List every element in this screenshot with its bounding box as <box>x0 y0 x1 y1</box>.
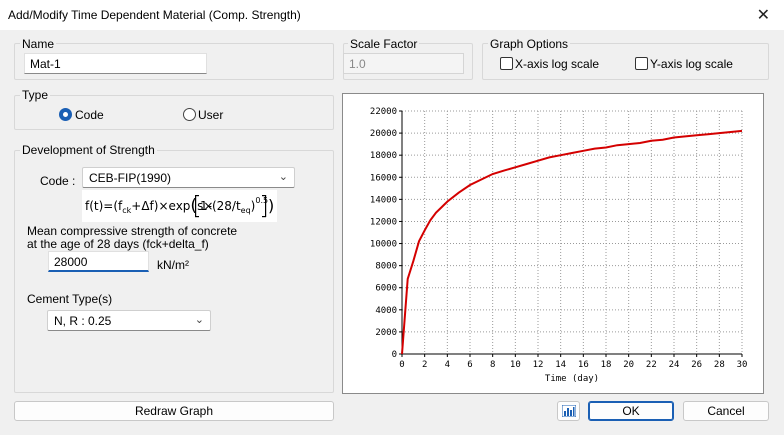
y-tick-label: 0 <box>392 350 397 360</box>
cement-type-dropdown[interactable]: N, R : 0.25 ⌄ <box>47 310 211 331</box>
y-tick-label: 4000 <box>375 306 397 316</box>
x-tick-label: 14 <box>555 360 566 370</box>
name-input[interactable]: Mat-1 <box>24 53 207 74</box>
y-tick-label: 22000 <box>370 107 397 117</box>
x-tick-label: 18 <box>601 360 612 370</box>
y-log-label: Y-axis log scale <box>650 57 733 71</box>
strength-chart: 0 2 4 6 8 10 12 14 16 18 20 22 24 26 28 300200040006000… <box>370 107 748 384</box>
y-tick-label: 12000 <box>370 217 397 227</box>
svg-text:f(t)=(fck+Δf)×exp(s×: f(t)=(fck+Δf)×exp(s× <box>85 196 213 216</box>
type-group-label: Type <box>20 88 51 102</box>
y-tick-label: 10000 <box>370 240 397 250</box>
chevron-down-icon: ⌄ <box>278 171 288 183</box>
mean-strength-label-2: at the age of 28 days (fck+delta_f) <box>27 237 209 251</box>
x-tick-label: 26 <box>691 360 702 370</box>
y-tick-label: 20000 <box>370 129 397 139</box>
title-bar: Add/Modify Time Dependent Material (Comp… <box>0 0 784 30</box>
x-tick-label: 0 <box>399 360 404 370</box>
x-tick-label: 20 <box>623 360 634 370</box>
strength-formula: f(t)=(fck+Δf)×exp(s× 1-(28/teq)0.5 ) <box>82 190 277 222</box>
svg-text:1-(28/teq)0.5: 1-(28/teq)0.5 <box>200 196 268 215</box>
x-tick-label: 12 <box>533 360 544 370</box>
mean-strength-label-1: Mean compressive strength of concrete <box>27 224 238 238</box>
graph-options-label: Graph Options <box>488 37 571 51</box>
scale-factor-input[interactable]: 1.0 <box>343 53 464 74</box>
y-tick-label: 6000 <box>375 284 397 294</box>
x-tick-label: 10 <box>510 360 521 370</box>
x-tick-label: 2 <box>422 360 427 370</box>
x-tick-label: 28 <box>714 360 725 370</box>
x-tick-label: 30 <box>737 360 748 370</box>
scale-factor-label: Scale Factor <box>348 37 420 51</box>
cement-type-label: Cement Type(s) <box>27 292 113 306</box>
window-title: Add/Modify Time Dependent Material (Comp… <box>8 8 301 22</box>
x-log-label: X-axis log scale <box>515 57 600 71</box>
cancel-button[interactable]: Cancel <box>683 401 769 421</box>
x-tick-label: 24 <box>669 360 680 370</box>
cement-type-value: N, R : 0.25 <box>54 314 112 328</box>
chevron-down-icon: ⌄ <box>194 314 204 326</box>
code-radio-label: Code <box>75 108 104 122</box>
y-log-checkbox[interactable] <box>635 57 648 70</box>
y-tick-label: 16000 <box>370 173 397 183</box>
strength-graph: 0 2 4 6 8 10 12 14 16 18 20 22 24 26 28 30 0 2000 4000 6000… <box>342 93 764 394</box>
chart-icon-button[interactable] <box>557 401 580 421</box>
bar-chart-icon <box>561 404 576 418</box>
svg-text:): ) <box>268 196 274 215</box>
code-dropdown-value: CEB-FIP(1990) <box>89 171 172 185</box>
user-radio[interactable] <box>183 108 196 121</box>
x-tick-label: 8 <box>490 360 495 370</box>
unit-label: kN/m² <box>157 258 189 272</box>
x-axis-label: Time (day) <box>545 374 599 384</box>
x-tick-label: 22 <box>646 360 657 370</box>
y-tick-label: 18000 <box>370 151 397 161</box>
ok-button[interactable]: OK <box>588 401 674 421</box>
code-radio[interactable] <box>59 108 72 121</box>
strength-curve <box>401 129 743 355</box>
y-tick-label: 14000 <box>370 195 397 205</box>
x-tick-label: 16 <box>578 360 589 370</box>
x-log-checkbox[interactable] <box>500 57 513 70</box>
name-group-label: Name <box>20 37 57 51</box>
x-tick-label: 4 <box>445 360 450 370</box>
user-radio-label: User <box>198 108 224 122</box>
mean-strength-input[interactable]: 28000 <box>48 251 149 272</box>
redraw-graph-button[interactable]: Redraw Graph <box>14 401 334 421</box>
y-tick-label: 2000 <box>375 328 397 338</box>
close-icon[interactable]: ✕ <box>757 5 770 25</box>
x-tick-label: 6 <box>467 360 472 370</box>
code-label: Code : <box>40 174 76 188</box>
y-tick-label: 8000 <box>375 262 397 272</box>
strength-group-label: Development of Strength <box>20 143 157 157</box>
code-dropdown[interactable]: CEB-FIP(1990) ⌄ <box>82 167 295 188</box>
